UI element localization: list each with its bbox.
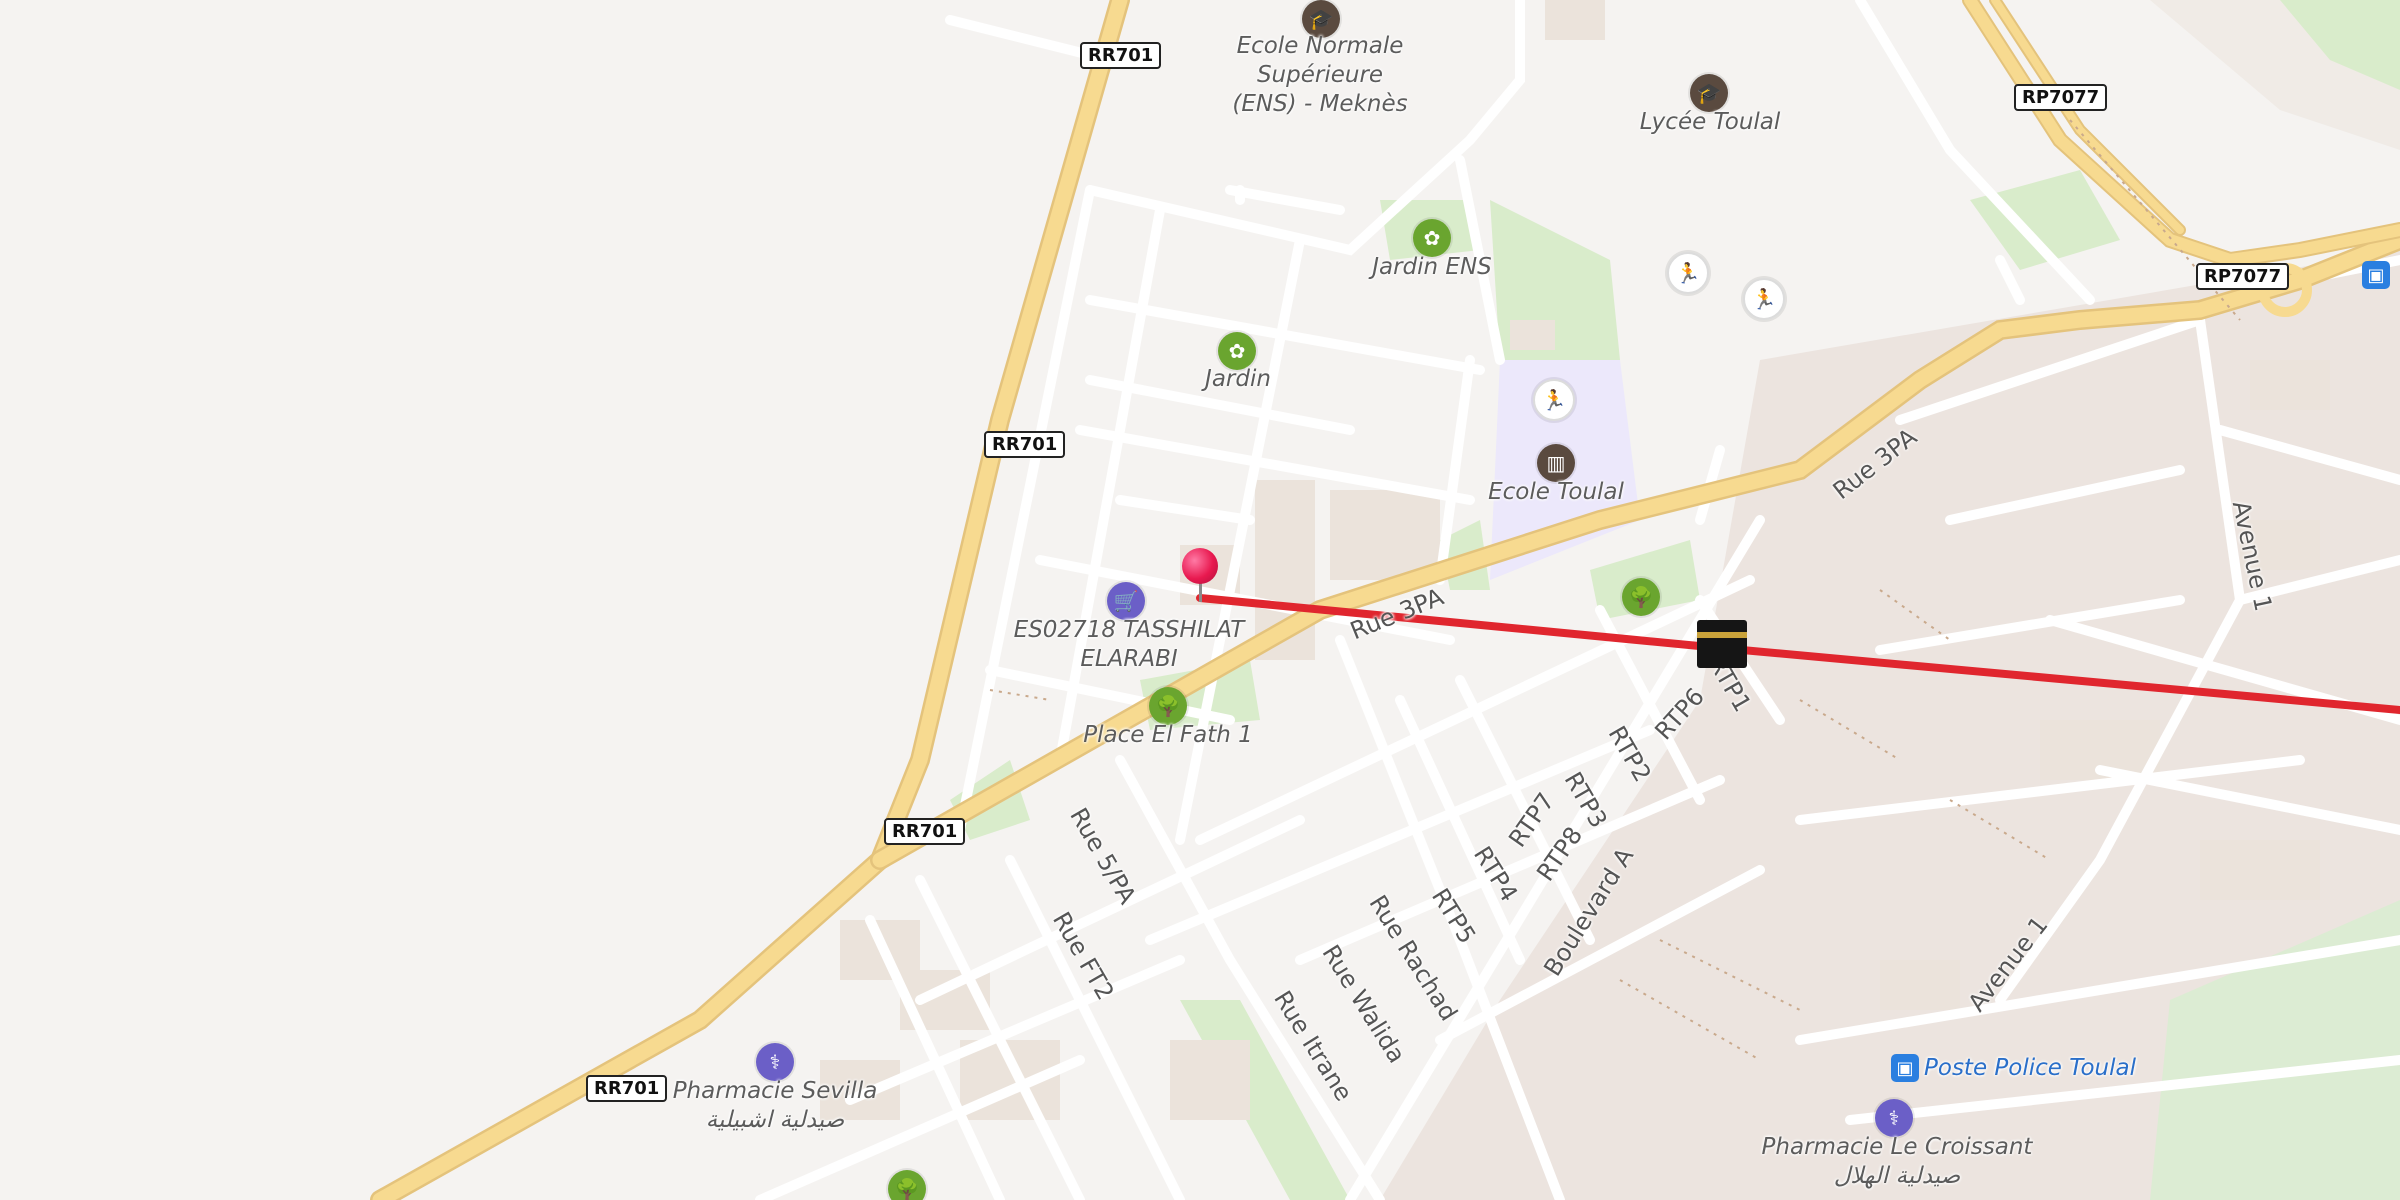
garden-icon[interactable]: ✿ bbox=[1413, 219, 1451, 257]
kaaba-icon[interactable] bbox=[1697, 620, 1747, 668]
sports-icon[interactable]: 🏃 bbox=[1743, 278, 1785, 320]
pharmacy-icon[interactable]: ⚕ bbox=[756, 1043, 794, 1081]
tree-icon[interactable]: 🌳 bbox=[888, 1170, 926, 1200]
bus-icon[interactable]: ▣ bbox=[1891, 1054, 1919, 1082]
road-shield-rp7077: RP7077 bbox=[2014, 84, 2108, 111]
bus-icon[interactable]: ▣ bbox=[2362, 261, 2390, 289]
graduation-cap-icon[interactable]: 🎓 bbox=[1690, 74, 1728, 112]
tree-icon[interactable]: 🌳 bbox=[1149, 687, 1187, 725]
place-label-pharmacie-sevilla[interactable]: Pharmacie Sevilla صيدلية اشبيلية bbox=[650, 1077, 900, 1135]
school-icon[interactable]: ▥ bbox=[1537, 444, 1575, 482]
tree-icon[interactable]: 🌳 bbox=[1622, 578, 1660, 616]
road-shield-rr701: RR701 bbox=[984, 431, 1066, 458]
shopping-cart-icon[interactable]: 🛒 bbox=[1107, 582, 1145, 620]
place-label-tasshilat[interactable]: ES02718 TASSHILAT ELARABI bbox=[1004, 616, 1254, 674]
sports-icon[interactable]: 🏃 bbox=[1667, 252, 1709, 294]
place-label-ecole-toulal[interactable]: Ecole Toulal bbox=[1476, 478, 1636, 507]
place-label-poste-police[interactable]: Poste Police Toulal bbox=[1924, 1054, 2136, 1083]
pharmacy-icon[interactable]: ⚕ bbox=[1875, 1099, 1913, 1137]
road-shield-rr701: RR701 bbox=[884, 818, 966, 845]
road-shield-rp7077: RP7077 bbox=[2196, 263, 2290, 290]
place-label-place-el-fath[interactable]: Place El Fath 1 bbox=[1078, 721, 1258, 750]
place-label-jardin-ens[interactable]: Jardin ENS bbox=[1352, 253, 1512, 282]
kaaba-band bbox=[1697, 632, 1747, 638]
map-canvas[interactable]: RR701 RR701 RR701 RR701 RP7077 RP7077 🎓 … bbox=[0, 0, 2400, 1200]
place-label-ens[interactable]: Ecole Normale Supérieure (ENS) - Meknès bbox=[1180, 32, 1460, 119]
place-label-pharmacie-croissant[interactable]: Pharmacie Le Croissant صيدلية الهلال bbox=[1752, 1133, 2042, 1191]
place-label-jardin[interactable]: Jardin bbox=[1178, 365, 1298, 394]
place-label-lycee[interactable]: Lycée Toulal bbox=[1620, 108, 1800, 137]
location-pin-icon[interactable] bbox=[1182, 548, 1218, 584]
sports-icon[interactable]: 🏃 bbox=[1533, 379, 1575, 421]
road-shield-rr701: RR701 bbox=[1080, 42, 1162, 69]
